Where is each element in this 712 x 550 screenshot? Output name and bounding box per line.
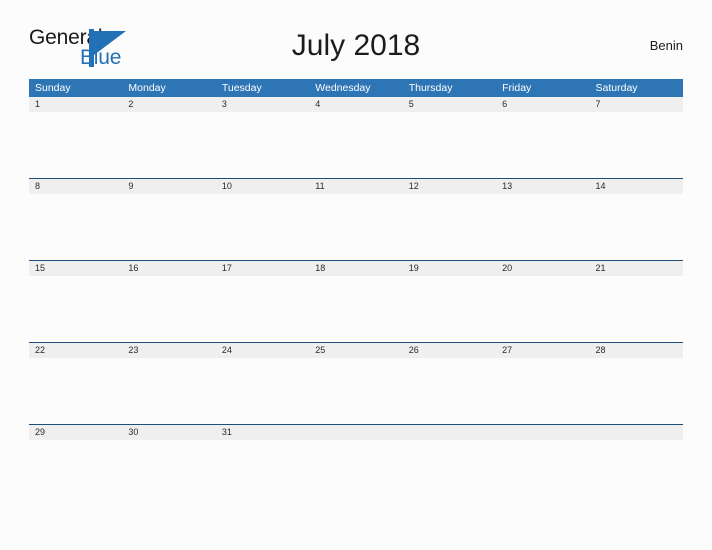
day-cell-number[interactable]: 9 <box>122 179 215 194</box>
day-cell-number[interactable]: 19 <box>403 261 496 276</box>
week-note-area <box>29 358 683 424</box>
day-note-area[interactable] <box>590 276 683 342</box>
day-note-area[interactable] <box>403 276 496 342</box>
day-note-area[interactable] <box>309 194 402 260</box>
week-note-area <box>29 276 683 342</box>
day-note-area[interactable] <box>403 358 496 424</box>
week-daynumber-band: 15 16 17 18 19 20 21 <box>29 260 683 276</box>
day-cell-number[interactable]: 23 <box>122 343 215 358</box>
day-note-area[interactable] <box>590 194 683 260</box>
day-cell-number[interactable]: 31 <box>216 425 309 440</box>
day-cell-number[interactable]: 26 <box>403 343 496 358</box>
day-note-area[interactable] <box>122 276 215 342</box>
day-note-area[interactable] <box>309 276 402 342</box>
day-cell-number[interactable] <box>496 425 589 440</box>
week-daynumber-band: 29 30 31 <box>29 424 683 440</box>
week-row: 29 30 31 <box>29 424 683 440</box>
week-daynumber-band: 1 2 3 4 5 6 7 <box>29 97 683 112</box>
day-note-area[interactable] <box>496 112 589 178</box>
day-cell-number[interactable]: 6 <box>496 97 589 112</box>
day-cell-number[interactable]: 13 <box>496 179 589 194</box>
week-daynumber-band: 8 9 10 11 12 13 14 <box>29 178 683 194</box>
calendar-page: General Blue July 2018 Benin Sunday Mond… <box>0 0 712 550</box>
day-cell-number[interactable]: 28 <box>590 343 683 358</box>
day-note-area[interactable] <box>29 358 122 424</box>
day-cell-number[interactable]: 22 <box>29 343 122 358</box>
day-note-area[interactable] <box>403 112 496 178</box>
day-cell-number[interactable]: 1 <box>29 97 122 112</box>
day-cell-number[interactable]: 21 <box>590 261 683 276</box>
week-row: 8 9 10 11 12 13 14 <box>29 178 683 260</box>
day-cell-number[interactable]: 2 <box>122 97 215 112</box>
day-cell-number[interactable]: 12 <box>403 179 496 194</box>
day-note-area[interactable] <box>122 358 215 424</box>
day-note-area[interactable] <box>496 194 589 260</box>
day-cell-number[interactable]: 30 <box>122 425 215 440</box>
day-cell-number[interactable]: 20 <box>496 261 589 276</box>
day-note-area[interactable] <box>309 112 402 178</box>
day-cell-number[interactable]: 29 <box>29 425 122 440</box>
weekday-sunday: Sunday <box>35 82 71 94</box>
day-note-area[interactable] <box>216 194 309 260</box>
day-cell-number[interactable]: 7 <box>590 97 683 112</box>
day-cell-number[interactable]: 5 <box>403 97 496 112</box>
day-cell-number[interactable] <box>590 425 683 440</box>
week-row: 1 2 3 4 5 6 7 <box>29 97 683 178</box>
day-note-area[interactable] <box>216 112 309 178</box>
day-cell-number[interactable]: 18 <box>309 261 402 276</box>
week-row: 22 23 24 25 26 27 28 <box>29 342 683 424</box>
day-cell-number[interactable]: 4 <box>309 97 402 112</box>
day-note-area[interactable] <box>216 358 309 424</box>
weekday-friday: Friday <box>502 82 532 94</box>
weekday-monday: Monday <box>128 82 166 94</box>
weekday-wednesday: Wednesday <box>315 82 371 94</box>
day-note-area[interactable] <box>122 112 215 178</box>
page-title: July 2018 <box>291 29 421 62</box>
day-note-area[interactable] <box>590 358 683 424</box>
weekday-thursday: Thursday <box>408 82 453 94</box>
day-cell-number[interactable]: 8 <box>29 179 122 194</box>
day-cell-number[interactable]: 16 <box>122 261 215 276</box>
weekday-saturday: Saturday <box>595 82 638 94</box>
day-cell-number[interactable]: 3 <box>216 97 309 112</box>
day-cell-number[interactable]: 24 <box>216 343 309 358</box>
day-note-area[interactable] <box>496 276 589 342</box>
day-cell-number[interactable] <box>309 425 402 440</box>
region-label: Benin <box>649 38 683 53</box>
day-cell-number[interactable]: 11 <box>309 179 402 194</box>
day-note-area[interactable] <box>216 276 309 342</box>
week-note-area <box>29 112 683 178</box>
day-note-area[interactable] <box>29 194 122 260</box>
week-row: 15 16 17 18 19 20 21 <box>29 260 683 342</box>
page-header: General Blue July 2018 Benin <box>29 24 683 72</box>
day-note-area[interactable] <box>403 194 496 260</box>
week-note-area <box>29 194 683 260</box>
day-note-area[interactable] <box>309 358 402 424</box>
day-cell-number[interactable]: 27 <box>496 343 589 358</box>
week-daynumber-band: 22 23 24 25 26 27 28 <box>29 342 683 358</box>
day-cell-number[interactable]: 25 <box>309 343 402 358</box>
day-note-area[interactable] <box>29 276 122 342</box>
day-cell-number[interactable]: 10 <box>216 179 309 194</box>
day-note-area[interactable] <box>29 112 122 178</box>
day-note-area[interactable] <box>590 112 683 178</box>
weekday-header-row: Sunday Monday Tuesday Wednesday Thursday… <box>29 79 683 97</box>
weekday-tuesday: Tuesday <box>221 82 262 94</box>
day-cell-number[interactable]: 15 <box>29 261 122 276</box>
calendar-grid: Sunday Monday Tuesday Wednesday Thursday… <box>29 79 683 440</box>
day-note-area[interactable] <box>496 358 589 424</box>
day-note-area[interactable] <box>122 194 215 260</box>
day-cell-number[interactable]: 14 <box>590 179 683 194</box>
day-cell-number[interactable] <box>403 425 496 440</box>
day-cell-number[interactable]: 17 <box>216 261 309 276</box>
